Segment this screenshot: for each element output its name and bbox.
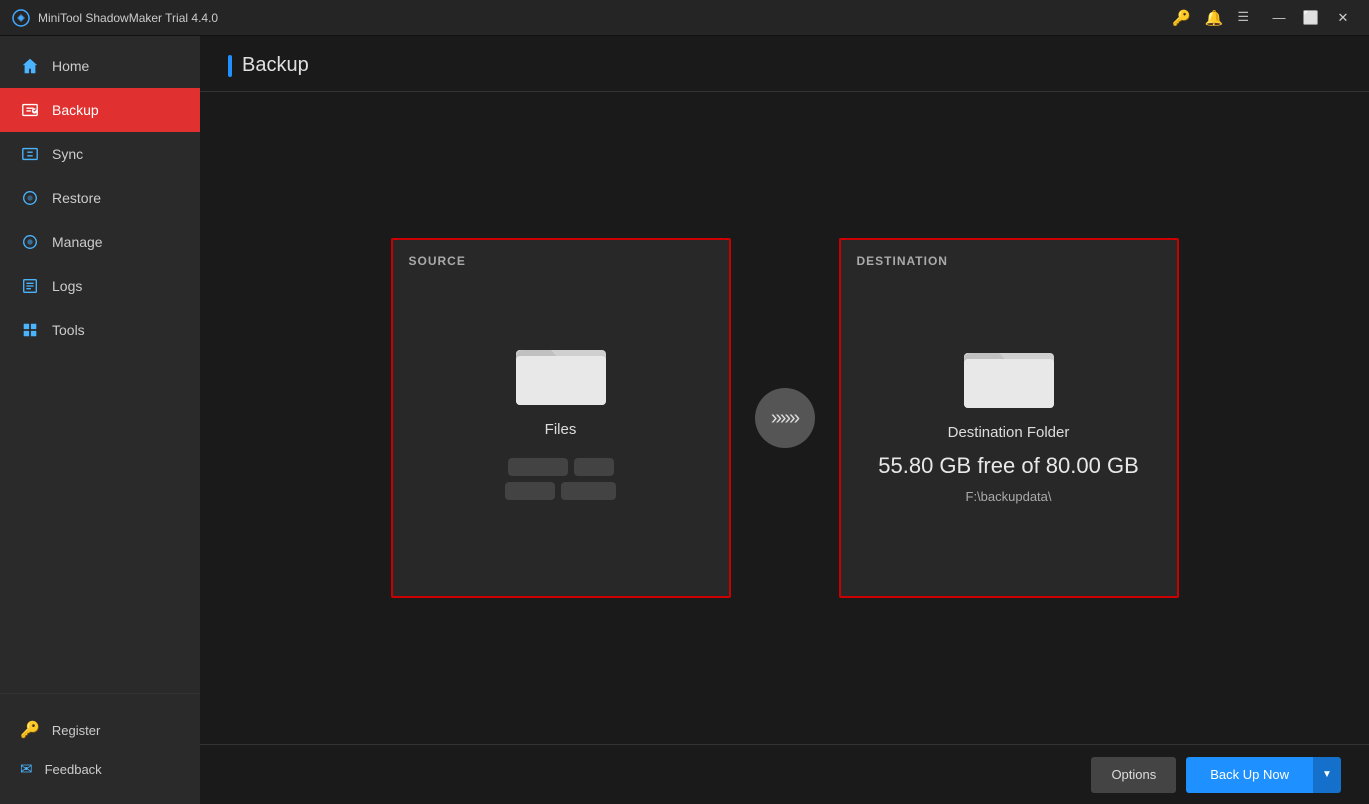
minimize-button[interactable]: — xyxy=(1265,6,1293,30)
arrow-icon: »»» xyxy=(771,407,798,430)
sidebar-label-tools: Tools xyxy=(52,322,85,338)
destination-folder-title: Destination Folder xyxy=(948,424,1070,441)
backup-button-group: Back Up Now ▼ xyxy=(1186,757,1341,793)
sidebar-item-home[interactable]: Home xyxy=(0,44,200,88)
destination-folder-icon xyxy=(964,333,1054,408)
sidebar-item-tools[interactable]: Tools xyxy=(0,308,200,352)
sidebar-item-sync[interactable]: Sync xyxy=(0,132,200,176)
window-controls: — ⬜ ✕ xyxy=(1265,6,1357,30)
sidebar-item-logs[interactable]: Logs xyxy=(0,264,200,308)
destination-path: F:\backupdata\ xyxy=(966,489,1052,504)
sidebar-label-backup: Backup xyxy=(52,102,99,118)
arrow-indicator: »»» xyxy=(755,388,815,448)
backup-now-button[interactable]: Back Up Now xyxy=(1186,757,1313,793)
app-logo xyxy=(12,9,30,27)
app-title: MiniTool ShadowMaker Trial 4.4.0 xyxy=(38,11,1172,25)
sidebar-item-restore[interactable]: Restore xyxy=(0,176,200,220)
content-area: Backup SOURCE Files xyxy=(200,36,1369,804)
blurred-pill-2 xyxy=(574,458,614,476)
content-header: Backup xyxy=(200,36,1369,92)
sidebar-item-backup[interactable]: Backup xyxy=(0,88,200,132)
feedback-icon: ✉ xyxy=(20,760,33,778)
dropdown-arrow-icon: ▼ xyxy=(1322,769,1332,780)
manage-icon xyxy=(20,232,40,252)
home-icon xyxy=(20,56,40,76)
close-button[interactable]: ✕ xyxy=(1329,6,1357,30)
backup-icon xyxy=(20,100,40,120)
sidebar-label-logs: Logs xyxy=(52,278,82,294)
title-bar-icons: 🔑 🔔 ☰ xyxy=(1172,9,1249,27)
sync-icon xyxy=(20,144,40,164)
backup-dropdown-button[interactable]: ▼ xyxy=(1313,757,1341,793)
tools-icon xyxy=(20,320,40,340)
options-button[interactable]: Options xyxy=(1091,757,1176,793)
register-label: Register xyxy=(52,723,100,738)
main-layout: Home Backup Sync Restore xyxy=(0,36,1369,804)
source-folder-icon xyxy=(516,330,606,405)
sidebar-bottom: 🔑 Register ✉ Feedback xyxy=(0,693,200,804)
page-title: Backup xyxy=(242,54,309,77)
sidebar-label-home: Home xyxy=(52,58,89,74)
key-icon[interactable]: 🔑 xyxy=(1172,9,1191,27)
sidebar-label-sync: Sync xyxy=(52,146,83,162)
sidebar-item-feedback[interactable]: ✉ Feedback xyxy=(0,750,200,788)
bottom-bar: Options Back Up Now ▼ xyxy=(200,744,1369,804)
header-accent-bar xyxy=(228,55,232,77)
sidebar-item-register[interactable]: 🔑 Register xyxy=(0,710,200,750)
sidebar-label-manage: Manage xyxy=(52,234,103,250)
source-card[interactable]: SOURCE Files xyxy=(391,238,731,598)
blurred-pill-3 xyxy=(505,482,555,500)
destination-label: DESTINATION xyxy=(857,254,948,268)
register-icon: 🔑 xyxy=(20,720,40,740)
source-blurred-pills-2 xyxy=(505,482,616,500)
source-blurred-pills xyxy=(508,458,614,476)
destination-card[interactable]: DESTINATION Destination Folder 55.80 GB … xyxy=(839,238,1179,598)
sidebar-label-restore: Restore xyxy=(52,190,101,206)
title-bar: MiniTool ShadowMaker Trial 4.4.0 🔑 🔔 ☰ —… xyxy=(0,0,1369,36)
hamburger-icon[interactable]: ☰ xyxy=(1237,9,1249,27)
source-type: Files xyxy=(545,421,577,438)
sidebar-nav: Home Backup Sync Restore xyxy=(0,44,200,693)
content-body: SOURCE Files xyxy=(200,92,1369,744)
sidebar: Home Backup Sync Restore xyxy=(0,36,200,804)
destination-storage: 55.80 GB free of 80.00 GB xyxy=(878,453,1139,479)
cards-container: SOURCE Files xyxy=(335,238,1235,598)
source-label: SOURCE xyxy=(409,254,466,268)
feedback-label: Feedback xyxy=(45,762,102,777)
maximize-button[interactable]: ⬜ xyxy=(1297,6,1325,30)
bell-icon[interactable]: 🔔 xyxy=(1205,9,1224,27)
blurred-pill-1 xyxy=(508,458,568,476)
blurred-pill-4 xyxy=(561,482,616,500)
logs-icon xyxy=(20,276,40,296)
restore-icon xyxy=(20,188,40,208)
sidebar-item-manage[interactable]: Manage xyxy=(0,220,200,264)
